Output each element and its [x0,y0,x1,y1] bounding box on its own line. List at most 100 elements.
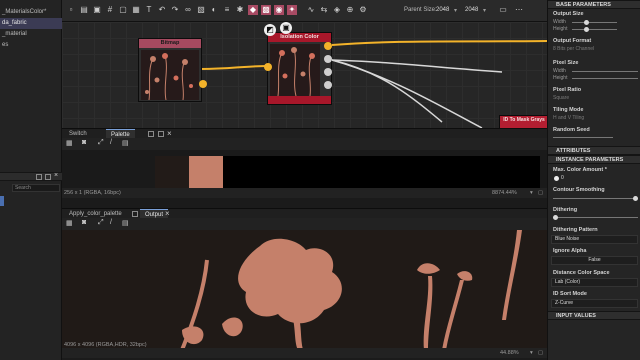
isolation-output-port-1[interactable] [324,42,332,50]
bitmap-output-port[interactable] [199,80,207,88]
expand-icon[interactable]: ⤢ [98,139,104,147]
contour-smoothing-knob[interactable] [633,196,638,201]
save-icon[interactable]: ▣ [92,5,102,15]
bitmap-node-title: Bitmap [139,39,201,48]
wave-icon[interactable]: ∿ [306,5,316,15]
explorer-item-material[interactable]: _material [0,29,62,40]
output-height-knob[interactable] [584,27,589,32]
palette-view-toolbar: ▦ ◙ ⤢ / ▤ [62,138,547,150]
floral-pattern-image [145,53,193,100]
palette-zoom[interactable]: 8874.44% [492,188,517,198]
output-zoom[interactable]: 44.88% [500,348,519,358]
graph-view[interactable]: Bitmap Isolation Color ◩ ▣ ID To Mask Gr… [62,22,547,128]
tiles-icon[interactable]: ▩ [261,5,271,15]
isolation-output-port-3[interactable] [324,68,332,76]
random-seed-slider[interactable] [553,137,613,138]
bitmap-node[interactable]: Bitmap [138,38,207,102]
camera-icon[interactable]: ◙ [82,219,86,226]
size-height-select[interactable]: 2048 [465,7,478,13]
chevron-down-icon[interactable]: ▾ [483,7,486,14]
pixel-size-width-slider[interactable] [572,71,638,72]
output-width-knob[interactable] [584,20,589,25]
ignore-alpha-toggle[interactable]: False [551,256,638,265]
chevron-down-icon[interactable]: ▾ [530,348,533,358]
pencil-icon[interactable]: / [110,219,112,226]
distance-color-space-select[interactable]: Lab (Color) [551,278,638,287]
dithering-pattern-select[interactable]: Blue Noise [551,235,638,244]
maximize-icon[interactable] [45,174,51,180]
undo-icon[interactable]: ↶ [157,5,167,15]
paint-icon[interactable]: ▦ [66,219,73,227]
preview-icon[interactable]: ◉ [274,5,284,15]
pixel-ratio-value[interactable]: Square [553,95,569,101]
dithering-slider[interactable] [553,217,638,218]
text-icon[interactable]: T [144,5,154,15]
isolation-color-node[interactable]: Isolation Color [264,32,332,105]
image-icon[interactable]: ▦ [131,5,141,15]
close-icon[interactable]: × [54,172,58,179]
fit-icon[interactable]: ▢ [538,188,543,198]
tiling-mode-value[interactable]: H and V Tiling [553,115,584,121]
bitmap-icon[interactable]: ▧ [196,5,206,15]
max-color-amount-knob[interactable] [554,176,559,181]
library-search-input[interactable]: Search [12,184,60,192]
maximize-icon[interactable] [158,131,164,137]
paint-icon[interactable]: ▦ [66,139,73,147]
link-icon[interactable]: ∞ [183,5,193,15]
id-sort-mode-select[interactable]: Z-Curve [551,299,638,308]
node-flag-icon[interactable]: ◩ [264,24,276,36]
frame-icon[interactable]: ▢ [118,5,128,15]
grid-icon[interactable]: # [105,5,115,15]
palette-statusbar: 256 x 1 (RGBA, 16bpc) 8874.44% ▾ ▢ [62,188,547,198]
filter-icon[interactable]: ◆ [248,5,258,15]
channels-icon[interactable]: ▤ [122,219,129,227]
float-icon[interactable] [36,174,42,180]
palette-viewport[interactable] [62,150,547,190]
float-icon[interactable] [132,211,138,217]
cube-icon[interactable]: ◈ [332,5,342,15]
dithering-knob[interactable] [553,215,558,220]
channels-icon[interactable]: ▤ [122,139,129,147]
fit-icon[interactable]: ▢ [538,348,543,358]
size-width-select[interactable]: 2048 [436,7,449,13]
output-width-label: Width [553,19,566,25]
layers-icon[interactable]: ≡ [222,5,232,15]
output-height-slider[interactable] [572,29,617,30]
expand-icon[interactable]: ⤢ [98,219,104,227]
node-preview-icon[interactable]: ▣ [280,22,292,34]
gear-icon[interactable]: ⚙ [358,5,368,15]
input-values-header[interactable]: INPUT VALUES [548,311,640,320]
float-icon[interactable] [148,131,154,137]
more-icon[interactable]: ⋯ [514,5,524,15]
chevron-down-icon[interactable]: ▾ [530,188,533,198]
color-icon[interactable]: ◐ [209,5,219,15]
pixel-size-height-slider[interactable] [572,78,638,79]
explorer-item-fabric[interactable]: da_fabric [0,18,62,29]
isolation-output-port-2[interactable] [324,55,332,63]
lock-icon[interactable]: ▭ [498,5,508,15]
share-icon[interactable]: ⇆ [319,5,329,15]
camera-icon[interactable]: ◙ [82,139,86,146]
contour-smoothing-slider[interactable] [553,198,638,199]
pin-icon[interactable]: ✦ [287,5,297,15]
attributes-header[interactable]: ATTRIBUTES [548,146,640,155]
instance-parameters-header[interactable]: INSTANCE PARAMETERS [548,155,640,164]
isolation-output-port-4[interactable] [324,81,332,89]
id-to-mask-node[interactable]: ID To Mask Grays [499,115,547,128]
settings-icon[interactable]: ✱ [235,5,245,15]
output-format-value[interactable]: 8 Bits per Channel [553,46,594,52]
close-icon[interactable]: × [167,129,172,138]
explorer-file-name[interactable]: _MaterialsColor* [0,7,62,18]
chevron-down-icon[interactable]: ▾ [454,7,457,14]
base-parameters-header[interactable]: BASE PARAMETERS [548,0,640,9]
explorer-item-es[interactable]: es [0,40,62,51]
isolation-input-port[interactable] [264,63,272,71]
output-width-slider[interactable] [572,22,617,23]
new-icon[interactable]: ▫ [66,5,76,15]
pencil-icon[interactable]: / [110,139,112,146]
node-icon[interactable]: ⊕ [345,5,355,15]
open-icon[interactable]: ▤ [79,5,89,15]
close-icon[interactable]: × [165,209,170,218]
output-viewport[interactable] [62,230,547,350]
redo-icon[interactable]: ↷ [170,5,180,15]
